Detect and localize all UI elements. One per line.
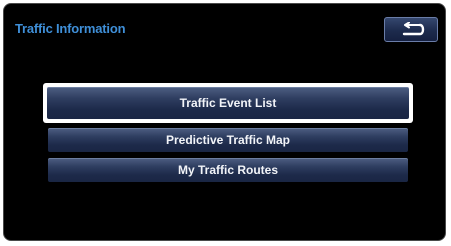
menu-item-my-traffic-routes[interactable]: My Traffic Routes bbox=[48, 158, 408, 182]
menu-item-traffic-event-list[interactable]: Traffic Event List bbox=[43, 83, 413, 123]
menu-item-button-face: Traffic Event List bbox=[47, 87, 409, 119]
menu-item-predictive-traffic-map[interactable]: Predictive Traffic Map bbox=[48, 128, 408, 152]
menu-item-label: My Traffic Routes bbox=[177, 163, 279, 177]
screen-title: Traffic Information bbox=[15, 21, 126, 36]
traffic-information-screen: Traffic Information Traffic Event List P… bbox=[3, 3, 446, 241]
menu-item-label: Traffic Event List bbox=[179, 96, 277, 110]
menu-item-label: Predictive Traffic Map bbox=[165, 133, 291, 147]
return-arrow-icon bbox=[396, 21, 426, 38]
back-button[interactable] bbox=[384, 17, 438, 42]
